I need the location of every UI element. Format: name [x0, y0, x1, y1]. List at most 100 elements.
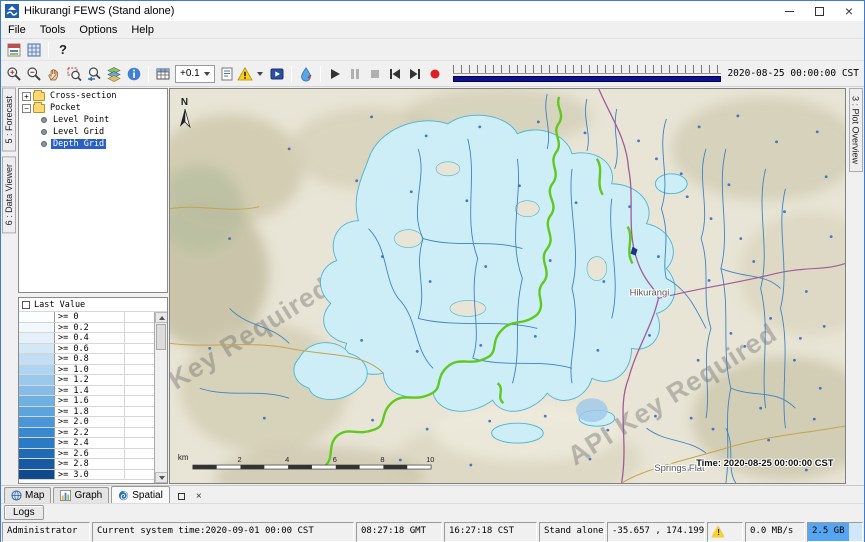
tab-map[interactable]: Map [4, 487, 51, 503]
legend-row[interactable]: >= 1.2 [19, 375, 154, 386]
logs-row: Logs [1, 503, 864, 521]
legend-label: >= 0.4 [55, 333, 125, 343]
tree-node-level-grid[interactable]: Level Grid [19, 126, 167, 138]
thresholds-dropdown-button[interactable] [237, 66, 267, 82]
legend-swatch [19, 470, 55, 480]
legend-panel: Last Value >= 0 >= 0.2 >= 0.4 >= 0.6 >= … [18, 297, 168, 484]
tree-node-pocket[interactable]: − Pocket [19, 102, 167, 114]
zoom-in-icon [6, 66, 22, 82]
zoom-in-button[interactable] [4, 64, 24, 84]
tab-close-icon[interactable]: × [192, 489, 206, 503]
logs-button[interactable]: Logs [4, 505, 44, 520]
tab-label: Graph [74, 490, 102, 501]
step-forward-button[interactable] [405, 64, 425, 84]
legend-row[interactable]: >= 0 [19, 312, 154, 323]
chevron-down-icon [257, 72, 263, 76]
pause-button[interactable] [345, 64, 365, 84]
legend-scrollbar[interactable] [154, 312, 167, 483]
stop-icon [367, 66, 383, 82]
contour-interval-select[interactable]: +0.1 [175, 65, 215, 83]
app-window: Hikurangi FEWS (Stand alone) × File Tool… [0, 0, 865, 542]
database-red-icon [6, 42, 22, 58]
tab-spatial[interactable]: Spatial [111, 486, 170, 503]
tab-forecast[interactable]: 5 : Forecast [2, 88, 16, 152]
last-value-checkbox[interactable] [22, 301, 30, 309]
map-canvas[interactable]: API Key Required API Key Required [170, 89, 845, 483]
scroll-down-icon[interactable] [155, 472, 168, 483]
bottom-tab-bar: Map Graph Spatial × [1, 485, 864, 503]
menu-file[interactable]: File [1, 21, 33, 38]
skip-back-icon [387, 66, 403, 82]
hand-icon [46, 66, 62, 82]
zoom-out-button[interactable] [24, 64, 44, 84]
tab-plot-overview[interactable]: 3 : Plot Overview [849, 88, 863, 172]
wetland-patch [576, 398, 608, 422]
time-slider-range-bar[interactable] [453, 76, 722, 82]
step-back-button[interactable] [385, 64, 405, 84]
menu-help[interactable]: Help [124, 21, 161, 38]
tree-node-label: Pocket [48, 103, 83, 113]
legend-row[interactable]: >= 1.6 [19, 396, 154, 407]
scroll-thumb[interactable] [156, 324, 166, 350]
tab-graph[interactable]: Graph [53, 487, 109, 503]
legend-label: >= 2.0 [55, 417, 125, 427]
legend-row[interactable]: >= 3.0 [19, 470, 154, 481]
tree-node-depth-grid[interactable]: Depth Grid [19, 138, 167, 150]
tree-node-label: Level Point [51, 115, 111, 125]
menu-tools[interactable]: Tools [33, 21, 73, 38]
stop-button[interactable] [365, 64, 385, 84]
menu-options[interactable]: Options [72, 21, 124, 38]
legend-row[interactable]: >= 2.8 [19, 459, 154, 470]
animation-display-button[interactable] [267, 64, 287, 84]
legend-row[interactable]: >= 1.8 [19, 407, 154, 418]
chart-icon [60, 490, 71, 501]
play-button[interactable] [325, 64, 345, 84]
legend-row[interactable]: >= 2.4 [19, 438, 154, 449]
legend-row[interactable]: >= 1.0 [19, 365, 154, 376]
maximize-button[interactable] [804, 1, 834, 21]
legend-swatch [19, 438, 55, 448]
map-view[interactable]: API Key Required API Key Required [169, 88, 846, 484]
info-button[interactable] [124, 64, 144, 84]
zoom-to-selection-button[interactable] [64, 64, 84, 84]
close-button[interactable]: × [834, 1, 864, 21]
open-database-button[interactable] [4, 40, 24, 60]
scroll-up-icon[interactable] [155, 312, 168, 323]
tab-float-icon[interactable] [175, 489, 189, 503]
legend-row[interactable]: >= 1.4 [19, 386, 154, 397]
status-gmt-time: 08:27:18 GMT [356, 522, 442, 542]
tree-node-cross-section[interactable]: + Cross-section [19, 90, 167, 102]
pan-button[interactable] [44, 64, 64, 84]
document-icon [219, 66, 235, 82]
legend-row[interactable]: >= 2.2 [19, 428, 154, 439]
legend-row[interactable]: >= 0.2 [19, 323, 154, 334]
legend-label: >= 0.2 [55, 323, 125, 333]
legend-row[interactable]: >= 0.8 [19, 354, 154, 365]
statusbar: Administrator Current system time:2020-0… [1, 521, 864, 542]
report-button[interactable] [217, 64, 237, 84]
layers-button[interactable] [104, 64, 124, 84]
info-icon [126, 66, 142, 82]
record-button[interactable] [425, 64, 445, 84]
grid-table-button[interactable] [153, 64, 173, 84]
time-slider-ticks [453, 65, 722, 74]
legend-row[interactable]: >= 2.0 [19, 417, 154, 428]
legend-row[interactable]: >= 2.6 [19, 449, 154, 460]
status-warning-cell[interactable]: ! [707, 522, 743, 542]
legend-row[interactable]: >= 0.6 [19, 344, 154, 355]
collapse-icon[interactable]: − [22, 104, 31, 113]
tab-data-viewer[interactable]: 6 : Data Viewer [2, 156, 16, 233]
tree-node-level-point[interactable]: Level Point [19, 114, 167, 126]
help-button[interactable]: ? [53, 40, 73, 60]
chevron-down-icon [204, 72, 210, 76]
minimize-button[interactable] [774, 1, 804, 21]
expand-icon[interactable]: + [22, 92, 31, 101]
zoom-previous-button[interactable] [84, 64, 104, 84]
grid-display-button[interactable] [24, 40, 44, 60]
toolbar-main: ? [1, 39, 864, 61]
longitudinal-profile-button[interactable] [296, 64, 316, 84]
status-download-speed: 0.0 MB/s [745, 522, 805, 542]
time-slider[interactable] [453, 65, 722, 82]
layers-icon [106, 66, 122, 82]
legend-row[interactable]: >= 0.4 [19, 333, 154, 344]
